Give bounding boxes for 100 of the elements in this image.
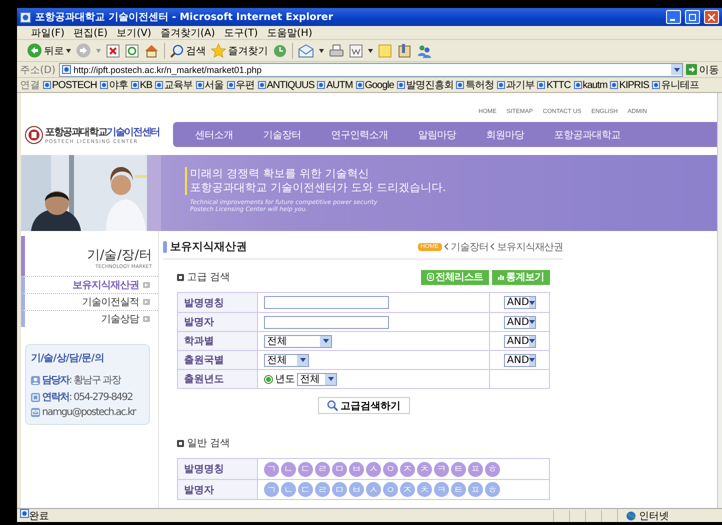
document-icon[interactable]: [349, 44, 363, 58]
link-button[interactable]: 우편: [226, 78, 255, 92]
emblem-icon: [25, 126, 43, 144]
caret-icon: [529, 358, 536, 362]
search-button[interactable]: 검색: [170, 44, 206, 58]
maximize-icon: [689, 14, 696, 20]
window-title: 포항공과대학교 기술이전센터 - Microsoft Internet Explorer: [35, 11, 334, 24]
menu-item[interactable]: 편집(E): [74, 26, 108, 40]
breadcrumb-link[interactable]: 보유지식재산권: [490, 240, 563, 254]
section-title: 고급 검색: [177, 270, 230, 284]
refresh-icon[interactable]: [125, 44, 139, 58]
link-button[interactable]: 과기부: [496, 78, 534, 92]
menu-item[interactable]: 도움말(H): [266, 26, 312, 40]
sidebar-item[interactable]: 보유지식재산권: [21, 276, 158, 293]
link-button[interactable]: 유니테프: [652, 78, 700, 92]
home-icon[interactable]: [144, 44, 159, 58]
radio-button[interactable]: [264, 374, 273, 384]
mail-icon[interactable]: [298, 44, 314, 58]
search-button[interactable]: 고급검색하기: [318, 397, 410, 414]
page-icon: [317, 81, 326, 89]
breadcrumb-link[interactable]: 기술장터: [444, 240, 488, 254]
link-button[interactable]: POSTECH: [43, 80, 97, 90]
dropdown[interactable]: 전체: [264, 354, 309, 366]
go-arrow-icon: [686, 64, 697, 75]
field-label: 발명명칭: [178, 293, 258, 312]
sidebar-item[interactable]: 기술상담: [21, 310, 158, 327]
link-button[interactable]: 교육부: [155, 78, 193, 92]
phone-icon: [31, 392, 40, 402]
title-marker-icon: [163, 240, 167, 252]
nav-item[interactable]: 회원마당: [486, 128, 524, 142]
menu-item[interactable]: 즐겨찾기(A): [160, 26, 215, 40]
caret-icon: [319, 48, 324, 52]
link-button[interactable]: 특허청: [456, 78, 494, 92]
sidebar-title: 기/술/장/터: [86, 247, 152, 264]
caret-icon: [368, 48, 373, 52]
menu-item[interactable]: 보기(V): [116, 26, 152, 40]
go-button[interactable]: 이동: [686, 62, 719, 76]
contact-text: 연락처: 054-279-8492: [42, 391, 132, 404]
back-button[interactable]: 뒤로: [27, 43, 71, 58]
page-icon: [20, 12, 31, 22]
minimize-button[interactable]: [666, 10, 681, 24]
address-field[interactable]: http://ipft.postech.ac.kr/n_market/market01.php: [58, 62, 683, 76]
star-icon: [211, 43, 226, 58]
field-label: 발명명칭: [178, 459, 258, 479]
banner-headline: 미래의 경쟁력 확보를 위한 기술혁신: [185, 167, 446, 181]
stop-icon[interactable]: [106, 44, 120, 58]
link-button[interactable]: 발명진흥회: [396, 78, 454, 92]
page-icon: [610, 81, 618, 89]
caret-icon: [529, 300, 536, 304]
status-text: 완료: [20, 508, 553, 522]
nav-item[interactable]: 연구인력소개: [331, 128, 388, 142]
link-button[interactable]: KTTC: [537, 80, 571, 90]
link-button[interactable]: 서울: [196, 78, 224, 92]
nav-item[interactable]: 포항공과대학교: [554, 128, 620, 142]
nav-item[interactable]: 기술장터: [263, 128, 301, 142]
link-button[interactable]: 야후: [100, 78, 128, 92]
logo-text[interactable]: 포항공과대학교기술이전센터: [45, 125, 160, 139]
operator-dropdown[interactable]: AND: [504, 316, 536, 328]
menu-item[interactable]: 도구(T): [224, 26, 258, 40]
operator-dropdown[interactable]: AND: [504, 354, 536, 366]
arrow-icon: [143, 299, 150, 305]
link-button[interactable]: kautm: [574, 80, 608, 90]
bullet-icon: [177, 440, 184, 446]
page-icon: [43, 81, 51, 89]
link-button[interactable]: ANTIQUUS: [258, 80, 314, 90]
page-icon: [100, 81, 108, 89]
text-input[interactable]: [264, 316, 389, 328]
maximize-button[interactable]: [685, 10, 700, 24]
arrow-icon: [143, 282, 150, 288]
link-button[interactable]: KIPRIS: [610, 80, 650, 90]
links-label: 연결: [20, 79, 40, 92]
text-input[interactable]: [264, 296, 389, 309]
sidebar-item[interactable]: 기술이전실적: [21, 293, 158, 310]
scrollbar[interactable]: [717, 93, 722, 508]
dropdown[interactable]: 전체: [264, 334, 332, 348]
zone-label: 인터넷: [617, 508, 722, 522]
favorites-button[interactable]: 즐겨찾기: [211, 43, 268, 58]
link-button[interactable]: AUTM: [317, 80, 353, 90]
banner-headline: 포항공과대학교 기술이전센터가 도와 드리겠습니다.: [185, 181, 446, 195]
link-button[interactable]: Google: [356, 80, 394, 90]
dropdown[interactable]: 전체: [297, 372, 337, 386]
people-icon[interactable]: [417, 44, 432, 58]
close-button[interactable]: [704, 10, 719, 24]
bullet-icon: [177, 274, 184, 280]
radio-label: 년도: [275, 373, 295, 386]
history-icon[interactable]: [273, 44, 287, 58]
menu-item[interactable]: 파일(F): [31, 26, 65, 40]
operator-dropdown[interactable]: AND: [504, 296, 536, 309]
search-icon: [170, 44, 184, 58]
operator-dropdown[interactable]: AND: [504, 334, 536, 348]
caret-icon: [322, 339, 328, 343]
page-icon: [652, 81, 660, 89]
nav-item[interactable]: 알림마당: [418, 128, 456, 142]
address-label: 주소(D): [20, 64, 56, 76]
nav-item[interactable]: 센터소개: [195, 128, 233, 142]
list-icon: [426, 273, 434, 281]
tools-icon[interactable]: [397, 43, 412, 58]
printer-icon[interactable]: [329, 44, 344, 58]
chevron-icon: [444, 243, 449, 250]
link-button[interactable]: KB: [130, 80, 152, 90]
